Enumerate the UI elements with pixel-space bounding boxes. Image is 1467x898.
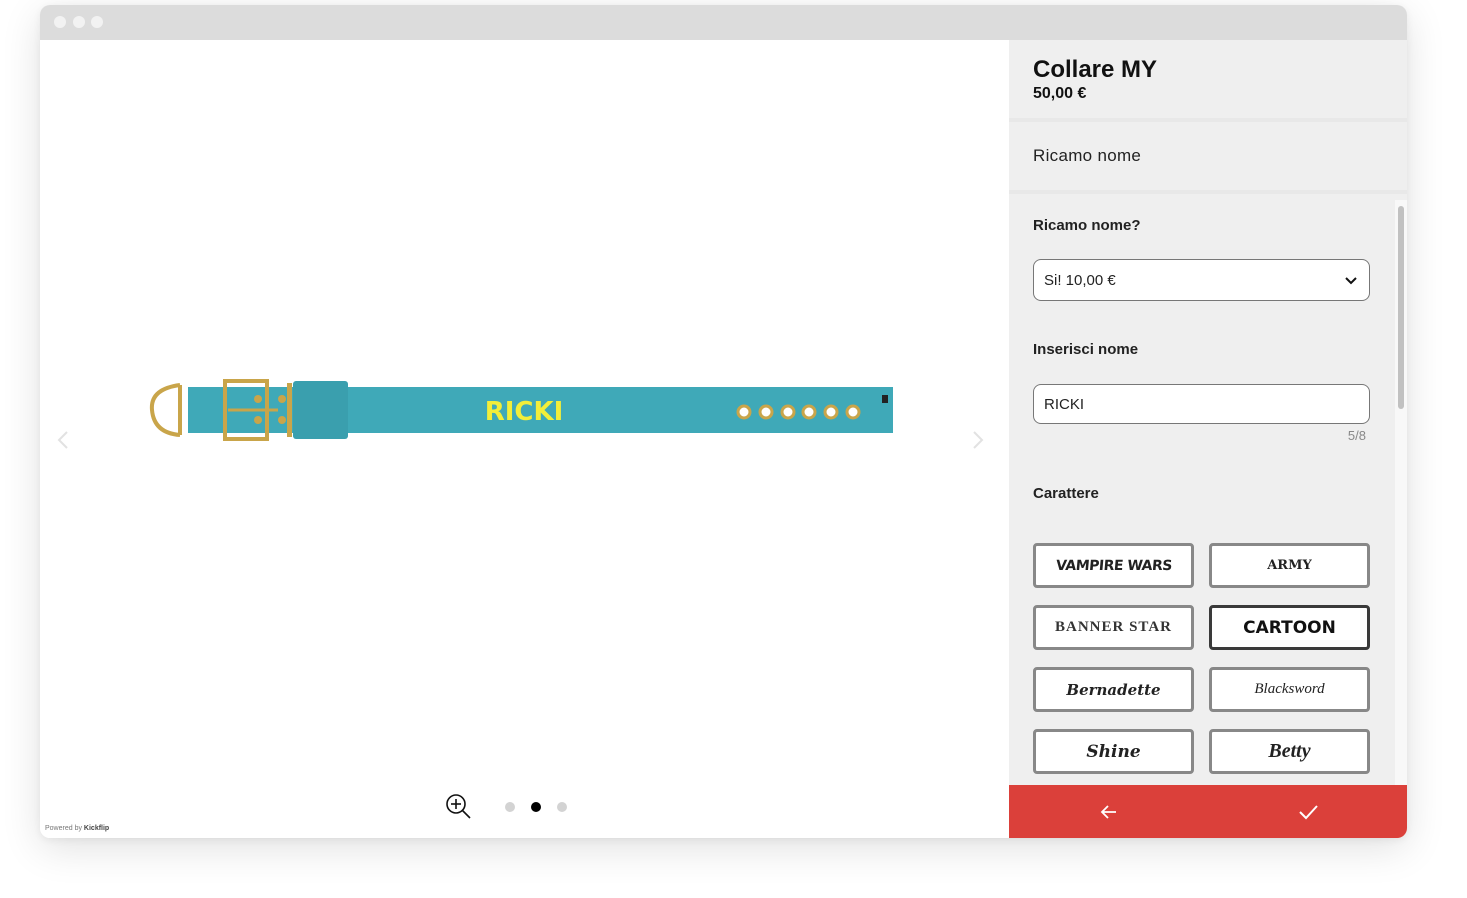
- embroidery-select-value: Si! 10,00 €: [1044, 271, 1116, 289]
- image-pager: [505, 802, 567, 812]
- chevron-right-icon: [973, 431, 984, 449]
- product-price: 50,00 €: [1033, 85, 1087, 102]
- font-option-bernadette[interactable]: Bernadette: [1033, 667, 1194, 712]
- window-close-dot[interactable]: [54, 16, 66, 28]
- powered-by-brand: Kickflip: [83, 825, 110, 832]
- collar-preview-image: RICKI: [149, 379, 893, 441]
- embroidery-label: Ricamo nome?: [1033, 217, 1141, 234]
- window-maximize-dot[interactable]: [91, 16, 103, 28]
- font-option-vampire-wars[interactable]: VAMPIRE WARS: [1033, 543, 1194, 588]
- scrollbar[interactable]: [1395, 200, 1407, 788]
- name-label: Inserisci nome: [1033, 341, 1139, 358]
- section-title: Ricamo nome: [1009, 122, 1407, 194]
- zoom-in-icon[interactable]: [445, 793, 473, 821]
- pager-dot-2[interactable]: [531, 802, 541, 812]
- font-option-betty[interactable]: Betty: [1209, 729, 1370, 774]
- pager-dot-3[interactable]: [557, 802, 567, 812]
- confirm-button[interactable]: [1208, 785, 1407, 838]
- font-option-banner-star[interactable]: BANNER STAR: [1033, 605, 1194, 650]
- powered-by[interactable]: Powered by Kickflip: [45, 825, 109, 832]
- customizer-panel: Collare MY 50,00 € Ricamo nome Ricamo no…: [1009, 40, 1407, 838]
- font-label: Carattere: [1033, 485, 1099, 502]
- title-bar: [40, 5, 1407, 40]
- name-input[interactable]: [1033, 384, 1370, 424]
- chevron-left-icon: [57, 431, 68, 449]
- character-counter: 5/8: [1347, 428, 1366, 443]
- footer-action-bar: [1009, 785, 1407, 838]
- scrollbar-thumb[interactable]: [1398, 206, 1404, 409]
- font-option-shine[interactable]: Shine: [1033, 729, 1194, 774]
- d-ring: [149, 383, 181, 437]
- product-viewer: RICKI Powered by Kickflip: [40, 40, 1009, 838]
- font-option-army[interactable]: ARMY: [1209, 543, 1370, 588]
- product-title: Collare MY: [1033, 56, 1158, 83]
- viewer-controls: [445, 792, 567, 822]
- window-minimize-dot[interactable]: [73, 16, 85, 28]
- options-scroll-area: Ricamo nome? Si! 10,00 € Inserisci nome …: [1009, 200, 1407, 788]
- product-header: Collare MY 50,00 €: [1009, 40, 1407, 122]
- font-option-cartoon[interactable]: CARTOON: [1209, 605, 1370, 650]
- previous-image-button[interactable]: [52, 428, 76, 452]
- next-image-button[interactable]: [965, 428, 989, 452]
- embroidered-name: RICKI: [485, 397, 564, 427]
- embroidery-select[interactable]: Si! 10,00 €: [1033, 259, 1370, 301]
- browser-window: RICKI Powered by Kickflip Collare MY 50,…: [40, 5, 1407, 838]
- font-options: VAMPIRE WARS ARMY BANNER STAR CARTOON Be…: [1033, 543, 1370, 774]
- back-button[interactable]: [1009, 785, 1208, 838]
- chevron-down-icon: [1345, 277, 1357, 285]
- arrow-left-icon: [1100, 804, 1116, 819]
- pager-dot-1[interactable]: [505, 802, 515, 812]
- check-icon: [1298, 804, 1318, 819]
- powered-by-prefix: Powered by: [45, 825, 82, 832]
- font-option-blacksword[interactable]: Blacksword: [1209, 667, 1370, 712]
